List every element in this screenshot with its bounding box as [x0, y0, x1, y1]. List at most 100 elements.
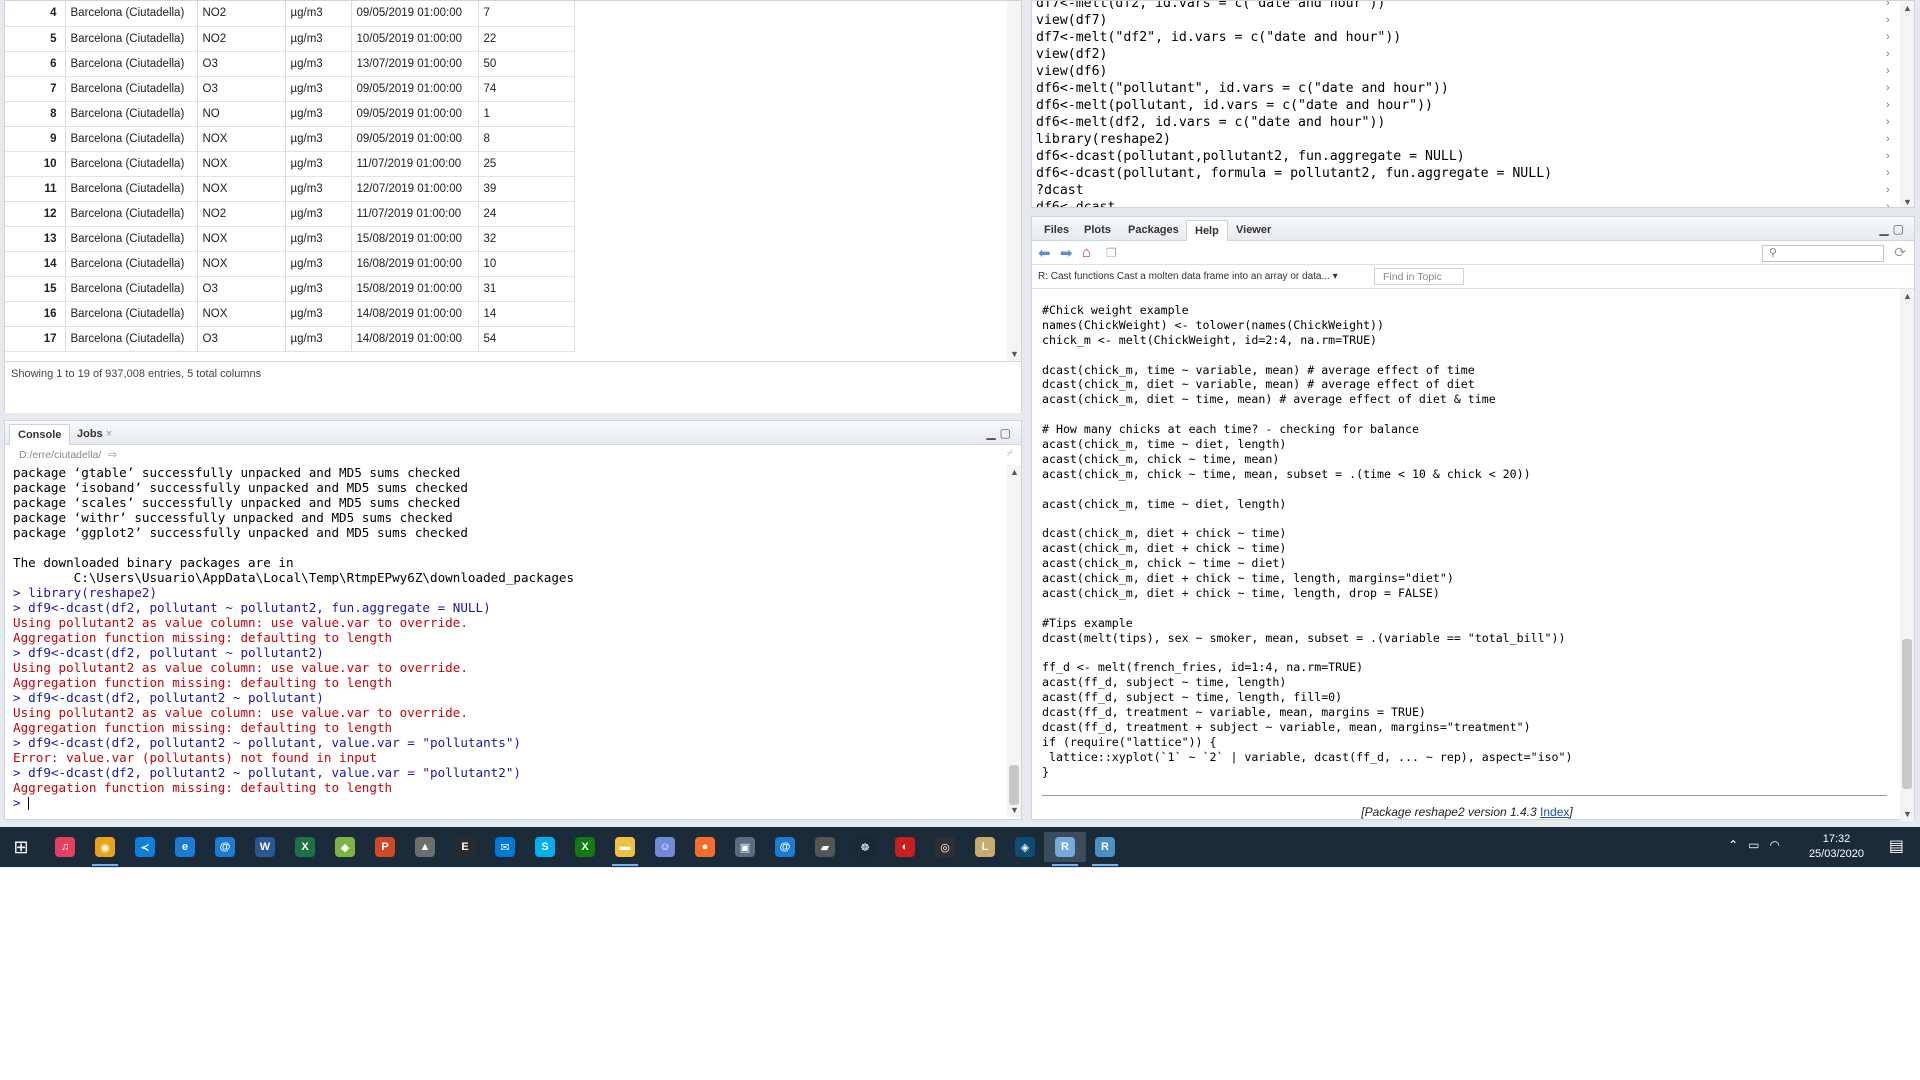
send-to-console-icon[interactable]: › [1886, 199, 1898, 207]
taskbar-app-button[interactable]: ▲ [404, 832, 446, 862]
history-item[interactable]: ?dcast [1036, 182, 1876, 199]
history-item[interactable]: df6<-melt(df2, id.vars = c("date and hou… [1036, 114, 1876, 131]
table-row[interactable]: 13 Barcelona (Ciutadella) NOX µg/m3 15/08/20… [5, 226, 575, 252]
scroll-up-icon[interactable]: ▲ [1010, 467, 1019, 477]
send-to-console-icon[interactable]: › [1886, 131, 1898, 148]
send-to-console-icon[interactable]: › [1886, 12, 1898, 29]
taskbar-app-button[interactable]: ≺ [124, 832, 166, 862]
send-to-console-icon[interactable]: › [1886, 148, 1898, 165]
forward-arrow-icon[interactable]: ➡ [1060, 244, 1073, 262]
table-row[interactable]: 15 Barcelona (Ciutadella) O3 µg/m3 15/08/201… [5, 276, 575, 302]
viewer-scrollbar[interactable]: ▼ [1007, 1, 1021, 361]
history-item[interactable]: df6<-melt(pollutant, id.vars = c("date a… [1036, 97, 1876, 114]
taskbar-app-button[interactable]: W [244, 832, 286, 862]
history-item[interactable]: df6<-dcast(pollutant,pollutant2, fun.agg… [1036, 148, 1876, 165]
table-row[interactable]: 12 Barcelona (Ciutadella) NO2 µg/m3 11/07/20… [5, 201, 575, 227]
history-item[interactable]: view(df6) [1036, 63, 1876, 80]
history-item[interactable]: df7<-melt(df2, id.vars = c("date and hou… [1036, 1, 1876, 12]
table-row[interactable]: 9 Barcelona (Ciutadella) NOX µg/m3 09/05/201… [5, 126, 575, 152]
table-row[interactable]: 11 Barcelona (Ciutadella) NOX µg/m3 12/07/20… [5, 176, 575, 202]
scroll-thumb[interactable] [1902, 639, 1912, 789]
history-item[interactable]: view(df7) [1036, 12, 1876, 29]
close-icon[interactable]: × [106, 428, 112, 440]
help-topic-select[interactable]: R: Cast functions Cast a molten data fra… [1038, 271, 1338, 282]
send-to-console-icon[interactable]: › [1886, 80, 1898, 97]
taskbar-app-button[interactable]: R [1084, 832, 1126, 866]
taskbar-app-button[interactable]: ● [684, 832, 726, 862]
home-icon[interactable]: ⌂ [1082, 244, 1091, 261]
history-item[interactable]: view(df2) [1036, 46, 1876, 63]
taskbar-app-button[interactable]: ▰ [804, 832, 846, 862]
table-row[interactable]: 5 Barcelona (Ciutadella) NO2 µg/m3 10/05/201… [5, 26, 575, 52]
scroll-down-icon[interactable]: ▼ [1010, 805, 1019, 815]
tab-jobs[interactable]: Jobs × [69, 424, 120, 445]
history-item[interactable]: df6<-dcast(pollutant, formula = pollutan… [1036, 165, 1876, 182]
table-row[interactable]: 7 Barcelona (Ciutadella) O3 µg/m3 09/05/2019… [5, 76, 575, 102]
popout-icon[interactable]: ❐ [1106, 246, 1117, 260]
scroll-up-icon[interactable]: ▲ [1903, 291, 1912, 301]
history-list[interactable]: df7<-melt(df2, id.vars = c("date and hou… [1036, 1, 1876, 207]
chevron-up-icon[interactable]: ⌃ [1728, 838, 1748, 852]
taskbar-app-button[interactable]: P [364, 832, 406, 862]
send-to-console-icon[interactable]: › [1886, 29, 1898, 46]
table-row[interactable]: 10 Barcelona (Ciutadella) NOX µg/m3 11/07/20… [5, 151, 575, 177]
send-to-console-icon[interactable]: › [1886, 46, 1898, 63]
scroll-down-icon[interactable]: ▼ [1903, 809, 1912, 819]
table-row[interactable]: 6 Barcelona (Ciutadella) O3 µg/m3 13/07/2019… [5, 51, 575, 77]
console-prompt[interactable]: > [13, 795, 1003, 810]
tray-icons[interactable]: ⌃▭◠ [1728, 838, 1790, 852]
wifi-icon[interactable]: ◠ [1770, 838, 1790, 852]
maximize-icon[interactable]: ▢ [1893, 222, 1908, 236]
send-to-console-icon[interactable]: › [1886, 182, 1898, 199]
minimize-icon[interactable]: ▁ [1879, 222, 1892, 236]
taskbar-app-button[interactable]: E [444, 832, 486, 862]
tab-console[interactable]: Console [9, 424, 71, 445]
taskbar-app-button[interactable]: L [964, 832, 1006, 862]
taskbar-app-button[interactable]: ☺ [644, 832, 686, 862]
table-row[interactable]: 8 Barcelona (Ciutadella) NO µg/m3 09/05/2019… [5, 101, 575, 127]
display-icon[interactable]: ▭ [1748, 838, 1769, 852]
notifications-icon[interactable]: ▤ [1889, 836, 1904, 856]
taskbar-app-button[interactable]: ◐ [884, 832, 926, 862]
pane-window-controls[interactable]: ▁▢ [1879, 222, 1908, 236]
tab-plots[interactable]: Plots [1076, 220, 1119, 241]
history-scrollbar[interactable]: ▲ ▼ [1900, 1, 1914, 207]
help-search-input[interactable]: ⚲ [1762, 245, 1884, 262]
console-output[interactable]: package ‘gtable’ successfully unpacked a… [13, 465, 1003, 817]
history-item[interactable]: library(reshape2) [1036, 131, 1876, 148]
taskbar-app-button[interactable]: ◎ [924, 832, 966, 862]
taskbar-app-button[interactable]: ▣ [724, 832, 766, 862]
start-button[interactable]: ⊞ [0, 832, 42, 862]
console-scrollbar[interactable]: ▲ ▼ [1007, 465, 1021, 817]
send-to-console-icon[interactable]: › [1886, 1, 1898, 12]
history-item[interactable]: df7<-melt("df2", id.vars = c("date and h… [1036, 29, 1876, 46]
table-row[interactable]: 17 Barcelona (Ciutadella) O3 µg/m3 14/08/201… [5, 326, 575, 352]
pane-window-controls[interactable]: ▁▢ [986, 426, 1015, 440]
taskbar-app-button[interactable]: @ [764, 832, 806, 862]
tab-files[interactable]: Files [1036, 220, 1077, 241]
taskbar-app-button[interactable]: ◆ [324, 832, 366, 862]
taskbar-app-button[interactable]: @ [204, 832, 246, 862]
back-arrow-icon[interactable]: ⬅ [1038, 244, 1051, 262]
help-index-link[interactable]: Index [1540, 805, 1569, 819]
scroll-down-icon[interactable]: ▼ [1010, 349, 1019, 359]
maximize-icon[interactable]: ▢ [1000, 426, 1015, 440]
tab-viewer[interactable]: Viewer [1228, 220, 1279, 241]
goto-dir-icon[interactable]: ⇨ [108, 449, 117, 461]
send-to-console-icon[interactable]: › [1886, 165, 1898, 182]
taskbar-app-button[interactable]: e [164, 832, 206, 862]
scroll-thumb[interactable] [1009, 765, 1019, 805]
taskbar-app-button[interactable]: ◉ [84, 832, 126, 866]
table-row[interactable]: 14 Barcelona (Ciutadella) NOX µg/m3 16/08/20… [5, 251, 575, 277]
taskbar-app-button[interactable]: X [564, 832, 606, 862]
taskbar-app-button[interactable]: ◈ [1004, 832, 1046, 862]
history-item[interactable]: df6<-melt("pollutant", id.vars = c("date… [1036, 80, 1876, 97]
table-row[interactable]: 16 Barcelona (Ciutadella) NOX µg/m3 14/08/20… [5, 301, 575, 327]
send-to-console-icon[interactable]: › [1886, 114, 1898, 131]
taskbar-app-button[interactable]: ☸ [844, 832, 886, 862]
working-dir-path[interactable]: D:/erre/ciutadella/ [19, 449, 101, 461]
scroll-down-icon[interactable]: ▼ [1903, 197, 1912, 207]
send-to-console-icon[interactable]: › [1886, 63, 1898, 80]
taskbar-app-button[interactable]: R [1044, 832, 1086, 866]
history-item[interactable]: df6<-dcast [1036, 199, 1876, 207]
